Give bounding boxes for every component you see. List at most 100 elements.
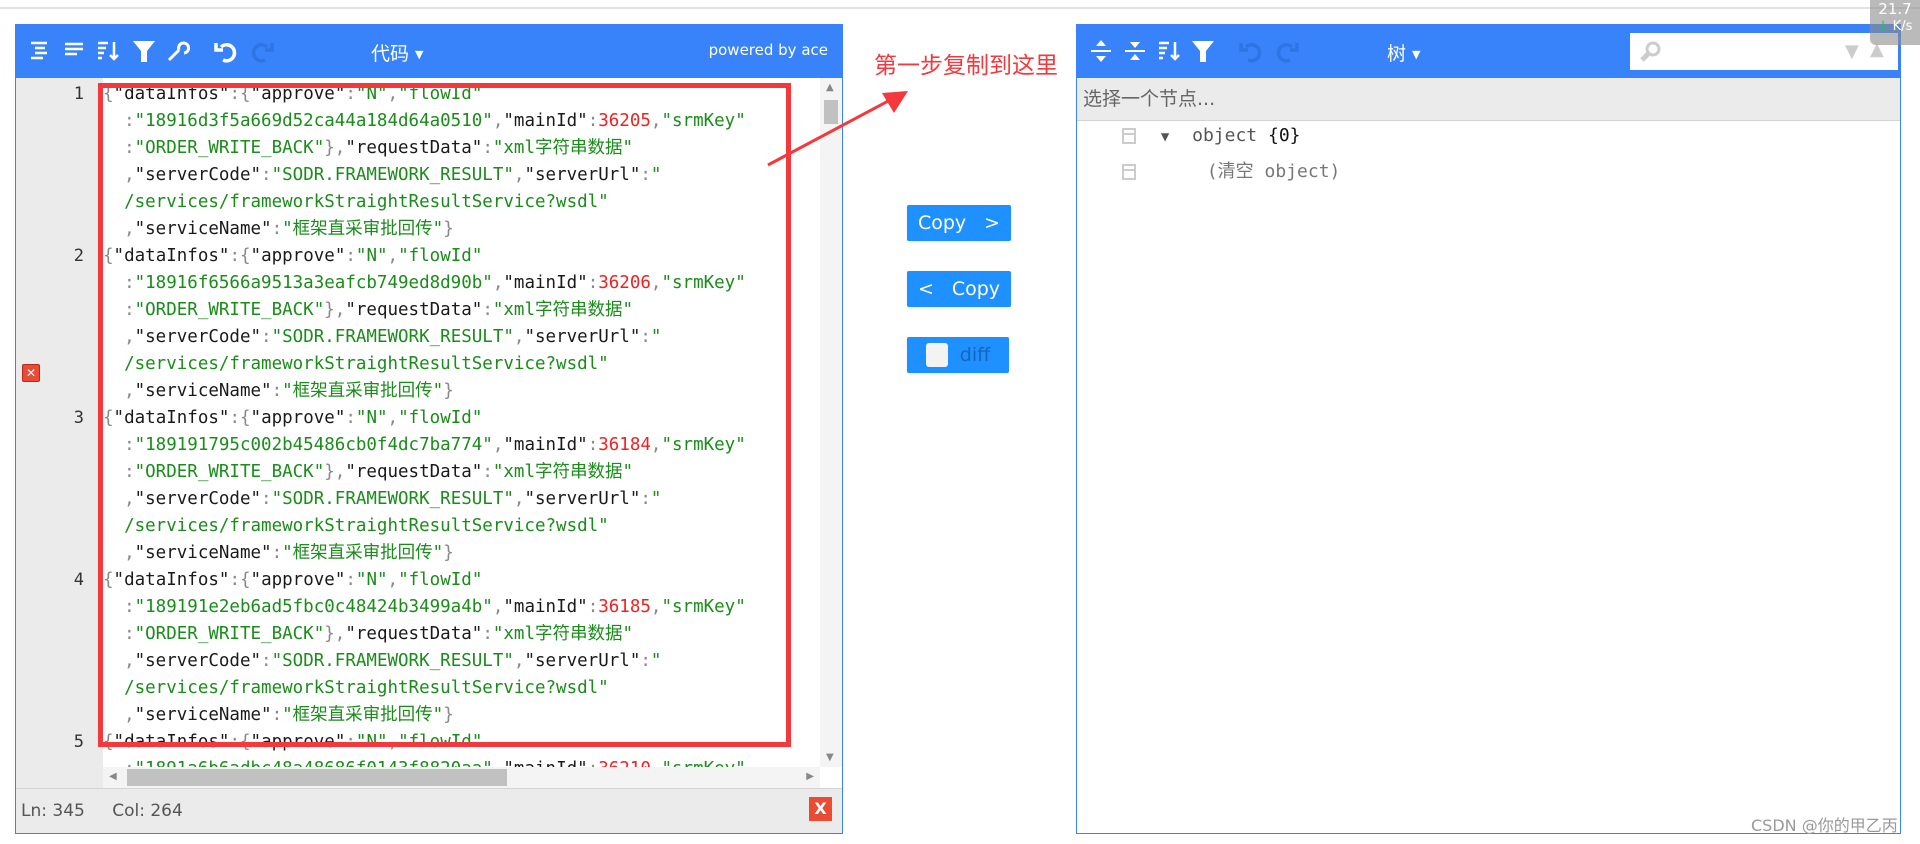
filter-icon[interactable] [128,35,160,67]
json-punctuation: : [103,273,135,293]
sort-icon[interactable] [92,35,124,67]
json-key: "mainId" [503,111,588,131]
code-row: ,"serverCode":"SODR.FRAMEWORK_RESULT","s… [103,648,661,675]
json-punctuation: , [650,597,662,617]
json-key: "mainId" [503,597,588,617]
diff-checkbox[interactable] [925,343,948,367]
scroll-right-icon[interactable]: ▶ [806,771,814,782]
right-toolbar: 树 ▼ ▼ ▲ [1077,25,1900,78]
json-key: "requestData" [345,138,483,158]
horizontal-scrollbar[interactable]: ◀ ▶ [103,767,820,788]
mode-dropdown[interactable]: 代码 ▼ [371,39,423,66]
json-key: "approve" [250,570,346,590]
json-string: "xml字符串数据" [492,300,634,320]
compact-icon[interactable] [58,35,90,67]
json-punctuation: , [387,408,399,428]
json-punctuation: , [650,273,662,293]
code-row: ,"serviceName":"框架直采审批回传"} [103,216,454,243]
expand-all-icon[interactable] [1085,35,1117,67]
json-punctuation: :{ [229,84,251,104]
json-punctuation: : [271,381,283,401]
json-punctuation: : [345,246,356,266]
json-punctuation: }, [324,138,346,158]
json-string: "SODR.FRAMEWORK_RESULT" [271,489,514,509]
horizontal-scroll-thumb[interactable] [127,769,507,786]
json-punctuation: : [103,435,135,455]
caret-down-icon: ▼ [415,48,424,61]
json-string: " [650,651,662,671]
code-row: {"dataInfos":{"approve":"N","flowId" [103,243,482,270]
json-punctuation: : [588,759,599,767]
json-key: "approve" [250,84,346,104]
json-key: "serviceName" [134,543,272,563]
node-type: object [1192,125,1258,146]
mode-label: 代码 [371,43,410,65]
json-string: "ORDER_WRITE_BACK" [134,300,325,320]
code-text-area[interactable]: {"dataInfos":{"approve":"N","flowId" :"1… [103,78,820,767]
scroll-left-icon[interactable]: ◀ [109,771,117,782]
json-punctuation: , [103,381,135,401]
node-count: {0} [1268,125,1301,146]
json-number: 36184 [598,435,651,455]
vertical-scrollbar[interactable]: ▲ ▼ [820,78,842,767]
code-row: ,"serviceName":"框架直采审批回传"} [103,540,454,567]
code-row: {"dataInfos":{"approve":"N","flowId" [103,729,482,756]
json-punctuation: : [640,327,651,347]
copy-right-label: Copy [917,212,967,234]
json-punctuation: : [345,570,356,590]
json-key: "serverCode" [134,165,262,185]
watermark: CSDN @你的甲乙丙 [1751,816,1898,835]
json-punctuation: }, [324,462,346,482]
json-key: "serviceName" [134,381,272,401]
diff-toggle[interactable]: diff [907,337,1009,373]
json-punctuation: , [387,570,399,590]
json-punctuation: , [103,651,135,671]
code-row: {"dataInfos":{"approve":"N","flowId" [103,567,482,594]
drag-handle-icon[interactable] [1122,164,1136,180]
json-key: "serverUrl" [524,651,641,671]
wrench-icon[interactable] [162,35,194,67]
json-punctuation: : [261,327,272,347]
undo-icon[interactable] [210,35,242,67]
search-input[interactable] [1670,37,1840,65]
json-string: "srmKey" [661,759,745,767]
json-punctuation: , [650,435,662,455]
error-marker-icon[interactable]: ✕ [22,364,40,382]
tree-editor-panel: 树 ▼ ▼ ▲ 选择一个节点... ▼ object {0} (清空 object… [1076,24,1901,834]
tree-node-root[interactable]: ▼ object {0} [1122,121,1301,151]
collapse-all-icon[interactable] [1119,35,1151,67]
expand-triangle-icon[interactable]: ▼ [1161,129,1169,145]
scroll-down-icon[interactable]: ▼ [826,752,834,763]
error-close-icon[interactable]: X [809,797,832,821]
code-editor-panel: 代码 ▼ powered by ace ✕ 12345 {"dataInfos":… [15,24,843,834]
json-string: "xml字符串数据" [492,624,634,644]
json-punctuation: , [492,597,504,617]
speed-unit: K/s [1892,19,1913,34]
mode-dropdown[interactable]: 树 ▼ [1387,39,1420,66]
json-key: "approve" [250,732,346,752]
format-icon[interactable] [24,35,56,67]
left-toolbar: 代码 ▼ powered by ace [16,25,842,78]
json-string: "srmKey" [661,435,746,455]
filter-icon[interactable] [1187,35,1219,67]
json-string: "189191795c002b45486cb0f4dc7ba774" [134,435,493,455]
code-row: /services/frameworkStraightResultService… [103,189,609,216]
drag-handle-icon[interactable] [1122,128,1136,144]
code-row: :"1891a6b6adbc48a48686f0143f8820aa","mai… [103,756,746,767]
search-next-icon[interactable]: ▼ [1845,41,1859,62]
json-string: /services/frameworkStraightResultService… [103,516,609,536]
search-box[interactable]: ▼ ▲ [1630,33,1898,70]
sort-icon[interactable] [1153,35,1185,67]
json-punctuation: , [492,273,504,293]
caret-down-icon: ▼ [1412,48,1421,61]
diff-label: diff [959,344,991,366]
json-string: "flowId" [398,84,483,104]
code-row: /services/frameworkStraightResultService… [103,675,609,702]
code-row: :"18916d3f5a669d52ca44a184d64a0510","mai… [103,108,746,135]
copy-left-button[interactable]: < Copy [907,271,1011,307]
json-number: 36205 [598,111,651,131]
copy-right-button[interactable]: Copy > [907,205,1011,241]
json-key: "serviceName" [134,219,272,239]
tree-node-empty[interactable]: (清空 object) [1122,157,1340,187]
json-punctuation: }, [324,624,346,644]
